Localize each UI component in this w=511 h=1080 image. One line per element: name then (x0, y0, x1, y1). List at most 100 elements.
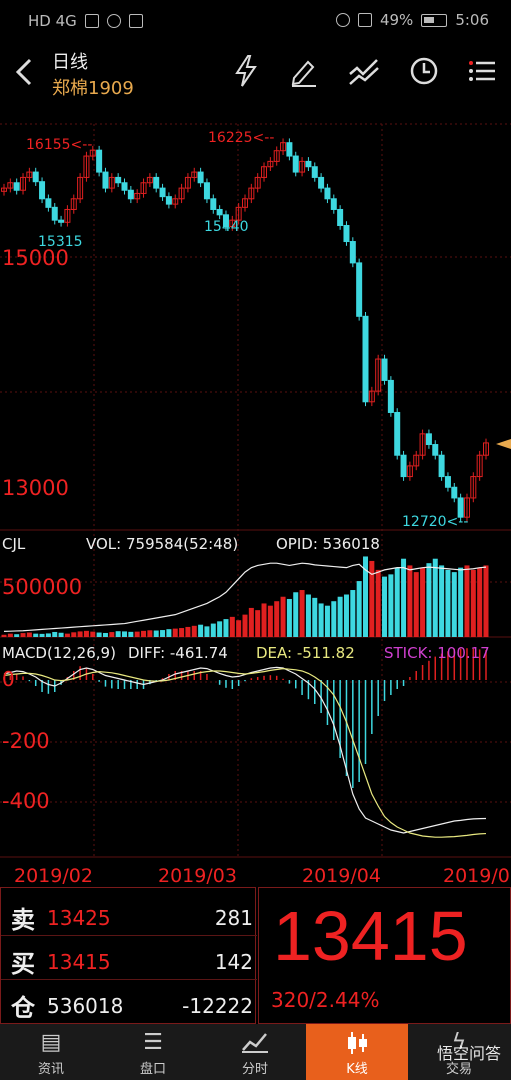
macd-diff: DIFF: -461.74 (128, 644, 228, 662)
buy-label: 买 (11, 950, 35, 978)
draw-button[interactable] (286, 54, 322, 90)
volume-bar (312, 597, 318, 637)
kline-chart[interactable]: 16155<-- 16225<-- 15315 15440 15000 1300… (0, 102, 511, 887)
candle (311, 166, 318, 178)
volume-bar (191, 625, 197, 637)
back-button[interactable] (12, 52, 42, 92)
date-label-4: 2019/0 (443, 865, 510, 887)
volume-bar (179, 628, 185, 637)
dea-line (3, 667, 487, 838)
candle (343, 225, 350, 243)
battery-icon (421, 13, 448, 27)
candle (127, 189, 134, 200)
volume-bar (267, 605, 273, 637)
tab-news-label: 资讯 (37, 1062, 64, 1077)
volume-bar (350, 590, 356, 637)
volume-bar (470, 569, 476, 637)
volume-bar (52, 631, 58, 637)
volume-bar (432, 558, 438, 637)
app-header: 日线 郑棉1909 (0, 42, 511, 102)
candle (96, 149, 103, 173)
volume-bar (134, 631, 140, 637)
watermark: 悟空问答 (436, 1044, 501, 1063)
position-row: 仓 536018 -12222 (1, 980, 257, 1024)
clock: 5:06 (455, 11, 489, 29)
volume-bar (420, 567, 426, 637)
candle (165, 196, 172, 205)
indicator-button[interactable] (346, 54, 382, 90)
candle (39, 181, 46, 200)
volume-title: CJL (2, 535, 26, 553)
volume-bar (407, 565, 413, 637)
period-button[interactable] (406, 54, 442, 90)
volume-bar (71, 632, 77, 637)
volume-bar (33, 633, 39, 637)
volume-bar (198, 624, 204, 637)
candle (102, 171, 109, 189)
volume-bar (369, 560, 375, 637)
chart-canvas: 16155<-- 16225<-- 15315 15440 15000 1300… (0, 123, 511, 887)
tab-kline[interactable]: K线 (306, 1024, 408, 1080)
trend-lines-icon (349, 59, 379, 85)
mail-icon (128, 14, 143, 28)
volume-bar (236, 620, 242, 637)
buy-price: 13415 (47, 950, 111, 974)
volume-bar (90, 631, 96, 637)
sell-row[interactable]: 卖 13425 281 (1, 892, 257, 936)
candle (349, 241, 356, 264)
candle (216, 208, 223, 216)
volume-bar (160, 630, 166, 637)
lightning-button[interactable] (228, 54, 264, 90)
candle (45, 198, 52, 208)
last-price-marker (496, 439, 511, 449)
volume-bar (413, 572, 419, 637)
macd-dea: DEA: -511.82 (256, 644, 355, 662)
price-change: 320/2.44% (271, 988, 380, 1012)
candle (197, 171, 204, 184)
candle (115, 176, 122, 184)
nfc-icon (84, 14, 99, 28)
position-value: 536018 (47, 994, 124, 1018)
volume-bar (229, 616, 235, 637)
volume-bar (331, 601, 337, 637)
macd-axis-zero: 0 (2, 667, 15, 691)
candle (203, 182, 210, 200)
volume-bar (483, 565, 489, 637)
volume-bar (109, 632, 115, 637)
candle (362, 315, 369, 403)
candle (305, 160, 312, 168)
volume-bar (401, 558, 407, 637)
candle (394, 411, 401, 456)
tab-intraday[interactable]: 分时 (204, 1024, 306, 1080)
volume-bar (343, 594, 349, 637)
volume-bar (394, 567, 400, 637)
candle (438, 454, 445, 478)
menu-button[interactable] (464, 54, 500, 90)
orderbook-icon: ☰ (143, 1030, 163, 1055)
bottom-tab-bar: ▤ 资讯 ☰ 盘口 分时 K线 ϟ 交易 (0, 1024, 511, 1080)
volume-bar (217, 621, 223, 637)
volume-bar (242, 614, 248, 637)
tab-news[interactable]: ▤ 资讯 (0, 1024, 102, 1080)
volume-bar (128, 631, 134, 637)
buy-row[interactable]: 买 13415 142 (1, 936, 257, 980)
candle (330, 198, 337, 210)
volume-bar (223, 619, 229, 637)
high-label-2: 16225<-- (208, 130, 274, 146)
date-label-1: 2019/02 (14, 865, 93, 887)
volume-bar (45, 633, 51, 637)
volume-bar (210, 623, 216, 637)
macd-axis-m400: -400 (2, 789, 50, 813)
volume-bar (375, 569, 381, 637)
alarm-icon (335, 13, 350, 27)
tab-orderbook[interactable]: ☰ 盘口 (102, 1024, 204, 1080)
volume-bar (153, 630, 159, 637)
candle (32, 171, 39, 183)
volume-bar (261, 603, 267, 637)
buy-volume: 142 (214, 950, 253, 974)
volume-bar (324, 605, 330, 637)
candle (432, 444, 439, 456)
tab-orderbook-label: 盘口 (139, 1062, 166, 1077)
volume-bar (451, 572, 457, 637)
volume-bar (255, 610, 261, 637)
